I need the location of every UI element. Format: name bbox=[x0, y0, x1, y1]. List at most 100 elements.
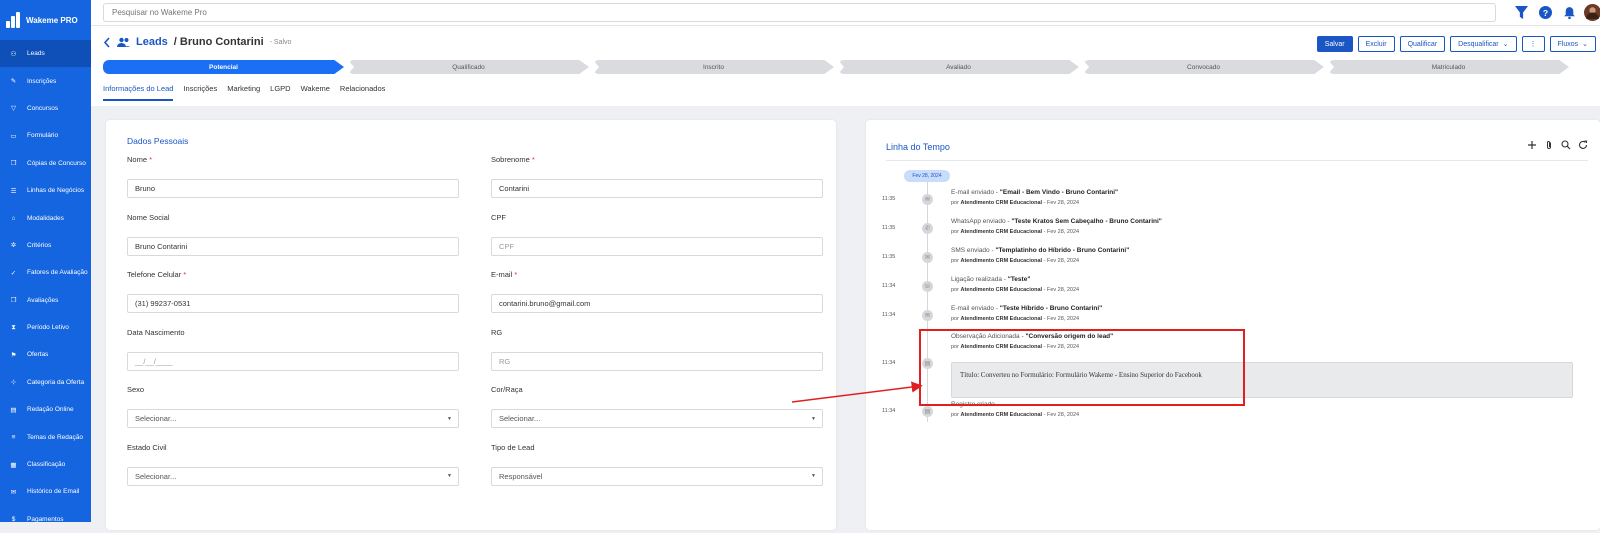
event-type-icon: ✉ bbox=[922, 310, 933, 321]
sidebar-item-redação-online[interactable]: ▤ Redação Online bbox=[0, 396, 91, 423]
sidebar-item-pagamentos[interactable]: $ Pagamentos bbox=[0, 506, 91, 533]
search-icon[interactable] bbox=[1561, 140, 1571, 150]
annotation-arrow bbox=[791, 381, 923, 403]
help-icon[interactable]: ? bbox=[1539, 6, 1552, 19]
delete-button[interactable]: Excluir bbox=[1357, 36, 1395, 52]
field-label: Nome * bbox=[127, 155, 459, 179]
event-description[interactable]: WhatsApp enviado - "Teste Kratos Sem Cab… bbox=[951, 218, 1162, 225]
check-icon: ✓ bbox=[10, 269, 17, 277]
copy-icon: ❐ bbox=[10, 160, 17, 168]
tab-2[interactable]: Marketing bbox=[227, 84, 260, 101]
event-time: 11:35 bbox=[882, 254, 896, 260]
users-icon: ⚇ bbox=[10, 50, 17, 58]
text-input[interactable]: __/__/____ bbox=[127, 351, 459, 371]
sidebar-item-avaliações[interactable]: ❐ Avaliações bbox=[0, 287, 91, 314]
brand[interactable]: Wakeme PRO bbox=[0, 0, 91, 40]
pipeline-step[interactable]: Matriculado bbox=[1328, 60, 1569, 74]
field-label: Estado Civil bbox=[127, 443, 459, 467]
select-field[interactable]: Selecionar... ▼ bbox=[491, 409, 823, 428]
dollar-icon: $ bbox=[11, 515, 16, 523]
sidebar-item-critérios[interactable]: ✲ Critérios bbox=[0, 232, 91, 259]
select-field[interactable]: Selecionar... ▼ bbox=[127, 409, 459, 428]
disqualify-button[interactable]: Desqualificar ⌄ bbox=[1450, 36, 1517, 52]
sidebar-item-cópias-de-concurso[interactable]: ❐ Cópias de Concurso bbox=[0, 150, 91, 177]
tab-5[interactable]: Relacionados bbox=[340, 84, 385, 101]
form-field: Tipo de Lead Responsável ▼ bbox=[491, 443, 823, 486]
event-description[interactable]: Ligação realizada - "Teste" bbox=[951, 276, 1030, 283]
text-input[interactable]: Bruno bbox=[127, 179, 459, 198]
hourglass-icon: ⧗ bbox=[11, 323, 16, 331]
sidebar-item-label: Fatores de Avaliação bbox=[27, 269, 88, 277]
bell-icon[interactable] bbox=[1563, 6, 1576, 19]
select-field[interactable]: Selecionar... ▼ bbox=[127, 466, 459, 486]
sidebar-item-categoria-da-oferta[interactable]: ⊹ Categoria da Oferta bbox=[0, 369, 91, 396]
event-description[interactable]: SMS enviado - "Templatinho do Híbrido - … bbox=[951, 247, 1129, 254]
event-meta: por Atendimento CRM Educacional - Fev 28… bbox=[951, 287, 1080, 293]
flows-button[interactable]: Fluxos ⌄ bbox=[1549, 36, 1596, 52]
plus-icon[interactable] bbox=[1527, 140, 1537, 150]
avatar[interactable] bbox=[1584, 4, 1600, 21]
sidebar-item-inscrições[interactable]: ✎ Inscrições bbox=[0, 67, 91, 94]
sidebar-item-linhas-de-negócios[interactable]: ☰ Linhas de Negócios bbox=[0, 177, 91, 204]
select-field[interactable]: Responsável ▼ bbox=[491, 466, 823, 486]
form-field: Telefone Celular * (31) 99237-0531 bbox=[127, 270, 459, 313]
pipeline-step[interactable]: Potencial bbox=[103, 60, 344, 74]
event-time: 11:35 bbox=[882, 196, 896, 202]
field-label: Telefone Celular * bbox=[127, 270, 459, 294]
pipeline-step[interactable]: Qualificado bbox=[348, 60, 589, 74]
sidebar-item-período-letivo[interactable]: ⧗ Período Letivo bbox=[0, 314, 91, 341]
text-input[interactable]: contarini.bruno@gmail.com bbox=[491, 294, 823, 313]
pipeline-step[interactable]: Inscrito bbox=[593, 60, 834, 74]
sidebar-item-ofertas[interactable]: ⚑ Ofertas bbox=[0, 341, 91, 368]
required-marker: * bbox=[514, 270, 518, 279]
lead-header: Leads / Bruno Contarini - Salvo Salvar E… bbox=[91, 26, 1600, 106]
back-arrow-icon[interactable] bbox=[103, 36, 111, 48]
qualify-button[interactable]: Qualificar bbox=[1399, 36, 1446, 52]
filter-icon[interactable] bbox=[1515, 6, 1528, 19]
save-button[interactable]: Salvar bbox=[1316, 36, 1353, 52]
chevron-down-icon: ⌄ bbox=[1582, 41, 1588, 48]
sidebar-item-modalidades[interactable]: ⌂ Modalidades bbox=[0, 204, 91, 231]
text-input[interactable]: Contarini bbox=[491, 179, 823, 198]
tab-4[interactable]: Wakeme bbox=[301, 84, 330, 101]
field-label: Nome Social bbox=[127, 213, 459, 237]
sidebar-item-formulário[interactable]: ▭ Formulário bbox=[0, 122, 91, 149]
text-input[interactable]: Bruno Contarini bbox=[127, 236, 459, 256]
sidebar-item-label: Redação Online bbox=[27, 406, 74, 414]
sidebar-item-temas-de-redação[interactable]: ≡ Temas de Redação bbox=[0, 423, 91, 450]
tab-0[interactable]: Informações do Lead bbox=[103, 84, 174, 101]
sidebar-item-histórico-de-email[interactable]: ✉ Histórico de Email bbox=[0, 478, 91, 505]
event-meta: por Atendimento CRM Educacional - Fev 28… bbox=[951, 412, 1080, 418]
text-input[interactable]: RG bbox=[491, 351, 823, 371]
breadcrumb-leads[interactable]: Leads bbox=[136, 36, 168, 48]
tab-1[interactable]: Inscrições bbox=[183, 84, 217, 101]
event-description[interactable]: E-mail enviado - "Email - Bem Vindo - Br… bbox=[951, 189, 1118, 196]
more-options-button[interactable]: ⋮ bbox=[1521, 36, 1545, 52]
text-input[interactable]: CPF bbox=[491, 236, 823, 256]
attachment-icon[interactable] bbox=[1544, 140, 1554, 150]
sidebar-item-label: Histórico de Email bbox=[27, 488, 80, 496]
sidebar-item-fatores-de-avaliação[interactable]: ✓ Fatores de Avaliação bbox=[0, 259, 91, 286]
timeline-title: Linha do Tempo bbox=[886, 142, 950, 152]
field-label-text: Sexo bbox=[127, 385, 145, 394]
pipeline-step[interactable]: Convocado bbox=[1083, 60, 1324, 74]
text-input[interactable]: (31) 99237-0531 bbox=[127, 294, 459, 313]
refresh-icon[interactable] bbox=[1578, 140, 1588, 150]
pipeline-step[interactable]: Avaliado bbox=[838, 60, 1079, 74]
field-label: CPF bbox=[491, 213, 823, 237]
sidebar-item-label: Concursos bbox=[27, 104, 59, 112]
event-description[interactable]: E-mail enviado - "Teste Híbrido - Bruno … bbox=[951, 305, 1102, 312]
ranking-icon: ▦ bbox=[10, 461, 17, 469]
search-input[interactable] bbox=[103, 3, 1496, 22]
event-subject: "Email - Bem Vindo - Bruno Contarini" bbox=[999, 189, 1119, 196]
field-label-text: Telefone Celular bbox=[127, 270, 182, 279]
tab-3[interactable]: LGPD bbox=[270, 84, 290, 101]
sidebar-item-concursos[interactable]: ▽ Concursos bbox=[0, 95, 91, 122]
caret-down-icon: ▼ bbox=[447, 415, 452, 422]
field-label-text: E-mail bbox=[491, 270, 513, 279]
sidebar-item-leads[interactable]: ⚇ Leads bbox=[0, 40, 91, 68]
chevron-down-icon: ⌄ bbox=[1502, 41, 1509, 48]
sidebar-item-classificação[interactable]: ▦ Classificação bbox=[0, 451, 91, 478]
filter-icon: ▽ bbox=[11, 105, 16, 113]
event-meta: por Atendimento CRM Educacional - Fev 28… bbox=[951, 258, 1080, 264]
